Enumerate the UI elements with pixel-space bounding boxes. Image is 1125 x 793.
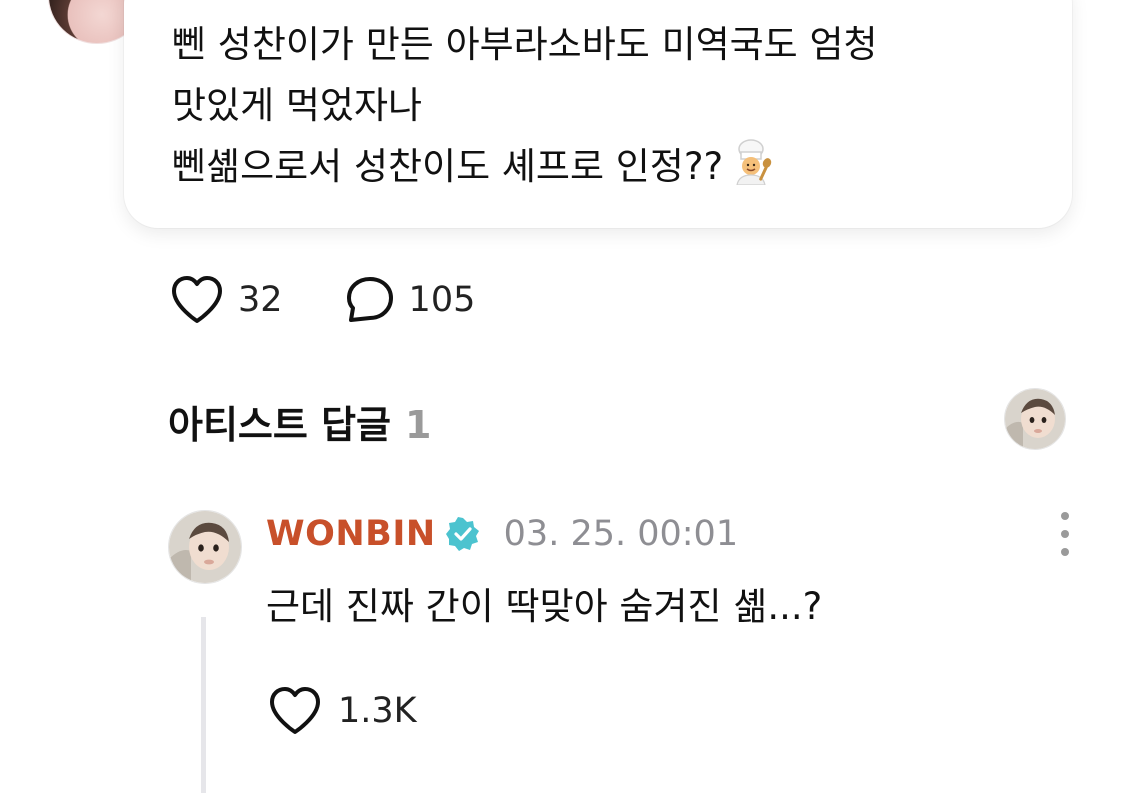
post-card: 뻰 성찬이가 만든 아부라소바도 미역국도 엄청 맛있게 먹었자나 뻰셺으로서 … (124, 0, 1072, 228)
post-line-1: 뻰 성찬이가 만든 아부라소바도 미역국도 엄청 (172, 23, 878, 66)
reply-author-avatar[interactable] (168, 510, 242, 584)
more-dot-icon (1061, 548, 1069, 556)
reply-author-name[interactable]: WONBIN (266, 514, 436, 554)
comment-bubble-icon (346, 277, 393, 322)
reply-author-avatar-image (169, 511, 241, 583)
thread-line (201, 617, 206, 793)
artist-avatar[interactable] (1004, 388, 1066, 450)
chef-emoji-icon (736, 139, 772, 185)
reply-like-count: 1.3K (338, 691, 417, 731)
post-line-2: 맛있게 먹었자나 (172, 84, 423, 127)
like-count: 32 (238, 280, 283, 320)
like-button[interactable]: 32 (170, 275, 345, 325)
post-line-3: 뻰셺으로서 성찬이도 셰프로 인정?? (172, 136, 1032, 197)
heart-icon (172, 276, 222, 323)
reply-header: WONBIN 03. 25. 00:01 (266, 510, 738, 558)
comment-count: 105 (408, 280, 476, 320)
comment-button[interactable]: 105 (345, 275, 476, 325)
reply-like-button[interactable]: 1.3K (268, 686, 417, 736)
reply-body: 근데 진짜 간이 딱맞아 숨겨진 셺...? (266, 585, 823, 628)
artist-replies-title: 아티스트 답글 (168, 403, 391, 447)
post-actions: 32 105 (170, 274, 475, 326)
verified-badge-icon (445, 517, 479, 551)
more-dot-icon (1061, 512, 1069, 520)
artist-replies-header: 아티스트 답글 1 (168, 394, 431, 449)
artist-avatar-image (1005, 389, 1065, 449)
heart-icon (270, 687, 320, 734)
more-dot-icon (1061, 530, 1069, 538)
post-line-3-text: 뻰셺으로서 성찬이도 셰프로 인정?? (172, 145, 724, 188)
post-body: 뻰 성찬이가 만든 아부라소바도 미역국도 엄청 맛있게 먹었자나 뻰셺으로서 … (172, 14, 1032, 197)
reply-more-button[interactable] (1052, 512, 1078, 556)
artist-replies-count: 1 (405, 403, 432, 447)
reply-timestamp: 03. 25. 00:01 (503, 514, 739, 554)
